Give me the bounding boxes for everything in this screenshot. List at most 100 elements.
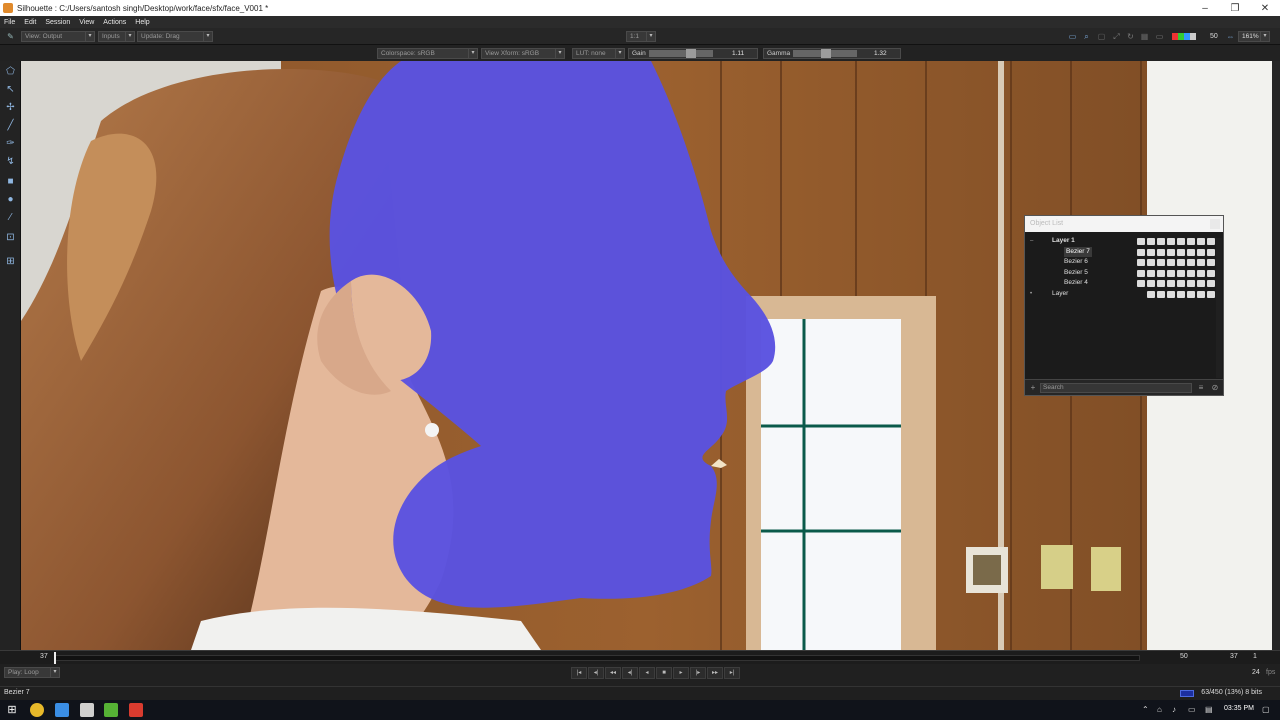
fit-icon[interactable]: ⤢ [1112, 32, 1121, 41]
shape-flags[interactable] [1137, 280, 1215, 288]
close-button[interactable]: ✕ [1250, 0, 1280, 16]
magnet-tool-icon[interactable]: ⊡ [4, 231, 17, 244]
bspline-tool-icon[interactable]: ╱ [4, 119, 17, 132]
rectangle-tool-icon[interactable]: ■ [4, 175, 17, 188]
panel-close-icon[interactable] [1210, 219, 1220, 229]
play-mode-dropdown[interactable]: Play: Loop ▾ [4, 667, 60, 678]
layer-flags[interactable] [1137, 238, 1215, 245]
frame-icon[interactable]: ▢ [1097, 32, 1106, 41]
object-label: Layer [1052, 289, 1069, 297]
gain-thumb[interactable] [686, 49, 696, 58]
object-row-bezier-5[interactable]: Bezier 5 [1025, 268, 1223, 279]
transform-tool-icon[interactable]: ⬠ [4, 65, 17, 78]
volume-icon[interactable]: ♪ [1172, 705, 1176, 714]
timeline-track[interactable] [55, 655, 1140, 661]
play-mode-label: Play: Loop [8, 669, 39, 676]
object-row-bezier-6[interactable]: Bezier 6 [1025, 257, 1223, 268]
select-tool-icon[interactable]: ↖ [4, 83, 17, 96]
tracker-tool-icon[interactable]: ⊞ [4, 255, 17, 268]
window-titlebar: Silhouette : C:/Users/santosh singh/Desk… [0, 0, 1280, 16]
refresh-icon[interactable]: ↻ [1126, 32, 1135, 41]
overlay-icon[interactable]: ▦ [1140, 32, 1149, 41]
go-start-icon[interactable]: |◂ [571, 667, 587, 679]
menu-file[interactable]: File [0, 19, 20, 26]
gamma-thumb[interactable] [821, 49, 831, 58]
object-label: Bezier 7 [1064, 246, 1092, 258]
tray-chevron-icon[interactable]: ⌃ [1142, 705, 1149, 714]
app-green-icon[interactable] [104, 703, 118, 717]
menu-edit[interactable]: Edit [20, 19, 41, 26]
go-end-icon[interactable]: ▸| [724, 667, 740, 679]
app-red-icon[interactable] [129, 703, 143, 717]
object-list-panel: Object List – Layer 1 Bezier 7 Bezier 6 … [1024, 215, 1224, 396]
brush-tool-icon[interactable]: ⁄ [4, 211, 17, 224]
object-search-input[interactable]: Search [1040, 383, 1192, 393]
shape-flags[interactable] [1137, 269, 1215, 277]
channel-selector[interactable] [1172, 33, 1196, 40]
play-reverse-icon[interactable]: ◂ [639, 667, 655, 679]
lut-dropdown[interactable]: LUT: none ▾ [572, 48, 625, 59]
chrome-icon[interactable] [30, 703, 44, 717]
point-tool-icon[interactable]: ✢ [4, 101, 17, 114]
menu-session[interactable]: Session [41, 19, 75, 26]
object-row-layer[interactable]: • Layer [1025, 289, 1223, 300]
zoom-icon[interactable]: ⌕ [1082, 32, 1091, 41]
object-row-layer-1[interactable]: – Layer 1 [1025, 236, 1223, 247]
transport-bar: Play: Loop ▾ |◂ ◂| ◂◂ ◂| ◂ ■ ▸ |▸ ▸▸ ▸| 2… [0, 664, 1280, 686]
rect-icon[interactable]: ▭ [1155, 32, 1164, 41]
expand-icon[interactable]: • [1030, 289, 1032, 300]
view-output-label: View: Output [25, 33, 63, 40]
prev-key-icon[interactable]: ◂| [588, 667, 604, 679]
stop-icon[interactable]: ■ [656, 667, 672, 679]
update-dropdown[interactable]: Update: Drag ▾ [137, 31, 213, 42]
windows-start-icon[interactable]: ⊞ [5, 703, 19, 717]
view-xform-dropdown[interactable]: View Xform: sRGB ▾ [481, 48, 565, 59]
next-frame-icon[interactable]: |▸ [690, 667, 706, 679]
battery-icon[interactable]: ▭ [1188, 705, 1196, 714]
maximize-button[interactable]: ❐ [1220, 0, 1250, 16]
object-row-bezier-7[interactable]: Bezier 7 [1025, 246, 1223, 258]
playhead[interactable] [54, 652, 56, 664]
colorspace-dropdown[interactable]: Colorspace: sRGB ▾ [377, 48, 478, 59]
add-icon[interactable]: + [1028, 383, 1038, 393]
menu-view[interactable]: View [75, 19, 99, 26]
play-icon[interactable]: ▸ [673, 667, 689, 679]
gain-slider[interactable]: Gain 1.11 [628, 48, 758, 59]
pen-tool-icon[interactable]: ✎ [6, 32, 15, 41]
list-icon[interactable]: ≡ [1196, 383, 1206, 393]
chevron-down-icon: ▾ [125, 32, 134, 41]
clear-icon[interactable]: ⊘ [1210, 383, 1220, 393]
notifications-icon[interactable]: ▢ [1262, 705, 1270, 714]
monitor-icon[interactable]: ▭ [1068, 32, 1077, 41]
cache-meter-icon [1180, 690, 1194, 697]
minimize-button[interactable]: – [1190, 0, 1220, 16]
object-list-title: Object List [1030, 220, 1064, 227]
bezier-tool-icon[interactable]: ✑ [4, 137, 17, 150]
inputs-dropdown[interactable]: Inputs ▾ [98, 31, 135, 42]
ratio-dropdown[interactable]: 1:1 ▾ [626, 31, 656, 42]
step-back-icon[interactable]: ◂◂ [605, 667, 621, 679]
ellipse-tool-icon[interactable]: ● [4, 193, 17, 206]
view-output-dropdown[interactable]: View: Output ▾ [21, 31, 95, 42]
prev-frame-icon[interactable]: ◂| [622, 667, 638, 679]
object-list-scrollbar[interactable] [1216, 238, 1222, 378]
browser-icon[interactable] [55, 703, 69, 717]
keyboard-icon[interactable]: ▤ [1205, 705, 1213, 714]
object-row-bezier-4[interactable]: Bezier 4 [1025, 278, 1223, 289]
menu-actions[interactable]: Actions [99, 19, 131, 26]
expand-icon[interactable]: – [1030, 236, 1033, 247]
timeline[interactable]: 37 50 37 1 [0, 650, 1280, 664]
fit-width-icon[interactable]: ⇔ [1226, 32, 1235, 41]
xspline-tool-icon[interactable]: ↯ [4, 155, 17, 168]
shape-flags[interactable] [1137, 259, 1215, 267]
gamma-slider[interactable]: Gamma 1.32 [763, 48, 901, 59]
shape-flags[interactable] [1137, 248, 1215, 256]
chevron-down-icon: ▾ [468, 49, 477, 58]
step-forward-icon[interactable]: ▸▸ [707, 667, 723, 679]
object-list-header[interactable]: Object List [1025, 216, 1223, 232]
menu-help[interactable]: Help [131, 19, 154, 26]
zoom-dropdown[interactable]: 161% ▾ [1238, 31, 1270, 42]
explorer-icon[interactable] [80, 703, 94, 717]
network-icon[interactable]: ⌂ [1157, 705, 1162, 714]
layer-flags[interactable] [1147, 290, 1215, 298]
